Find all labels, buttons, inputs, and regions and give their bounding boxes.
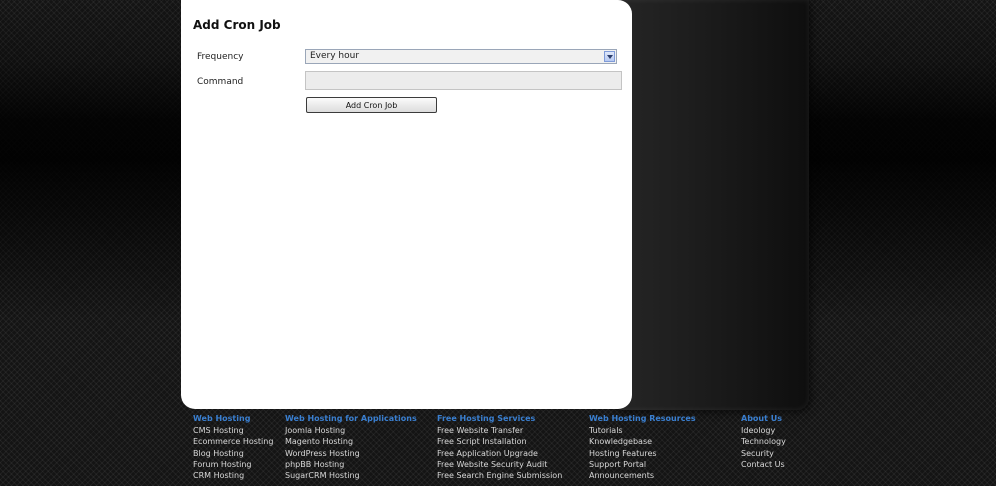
footer-link[interactable]: Ecommerce Hosting [193,436,273,447]
footer-link[interactable]: Blog Hosting [193,448,273,459]
footer-link[interactable]: Ideology [741,425,786,436]
footer-link[interactable]: Contact Us [741,459,786,470]
footer-link[interactable]: Knowledgebase [589,436,696,447]
footer-column-applications: Web Hosting for Applications Joomla Host… [285,413,417,481]
command-label: Command [197,77,244,87]
command-input[interactable] [305,71,622,90]
frequency-select[interactable]: Every hour [305,49,617,64]
footer-heading[interactable]: Web Hosting Resources [589,413,696,424]
footer-link[interactable]: CMS Hosting [193,425,273,436]
footer-link[interactable]: Forum Hosting [193,459,273,470]
add-cron-job-button[interactable]: Add Cron Job [306,97,437,113]
footer-link[interactable]: Security [741,448,786,459]
footer-link[interactable]: SugarCRM Hosting [285,470,417,481]
footer-link[interactable]: Magento Hosting [285,436,417,447]
footer-heading[interactable]: About Us [741,413,786,424]
footer-link[interactable]: Support Portal [589,459,696,470]
footer-column-free-services: Free Hosting Services Free Website Trans… [437,413,562,481]
footer-link[interactable]: Free Website Security Audit [437,459,562,470]
footer-link[interactable]: Technology [741,436,786,447]
footer-link[interactable]: Hosting Features [589,448,696,459]
chevron-down-icon[interactable] [604,51,615,62]
footer-link[interactable]: Announcements [589,470,696,481]
footer-heading[interactable]: Web Hosting for Applications [285,413,417,424]
footer-column-resources: Web Hosting Resources Tutorials Knowledg… [589,413,696,481]
frequency-selected-value: Every hour [310,51,360,61]
footer-link[interactable]: phpBB Hosting [285,459,417,470]
footer-link[interactable]: CRM Hosting [193,470,273,481]
footer-link[interactable]: Free Script Installation [437,436,562,447]
footer-column-about-us: About Us Ideology Technology Security Co… [741,413,786,470]
footer-column-web-hosting: Web Hosting CMS Hosting Ecommerce Hostin… [193,413,273,481]
footer-link[interactable]: Free Website Transfer [437,425,562,436]
side-panel [612,0,809,410]
footer-link[interactable]: Joomla Hosting [285,425,417,436]
page-title: Add Cron Job [193,18,281,32]
footer-link[interactable]: Free Search Engine Submission [437,470,562,481]
footer-link[interactable]: Free Application Upgrade [437,448,562,459]
frequency-label: Frequency [197,52,244,62]
footer-heading[interactable]: Web Hosting [193,413,273,424]
footer-heading[interactable]: Free Hosting Services [437,413,562,424]
footer-link[interactable]: Tutorials [589,425,696,436]
content-panel: Add Cron Job Frequency Every hour Comman… [181,0,632,409]
footer-link[interactable]: WordPress Hosting [285,448,417,459]
